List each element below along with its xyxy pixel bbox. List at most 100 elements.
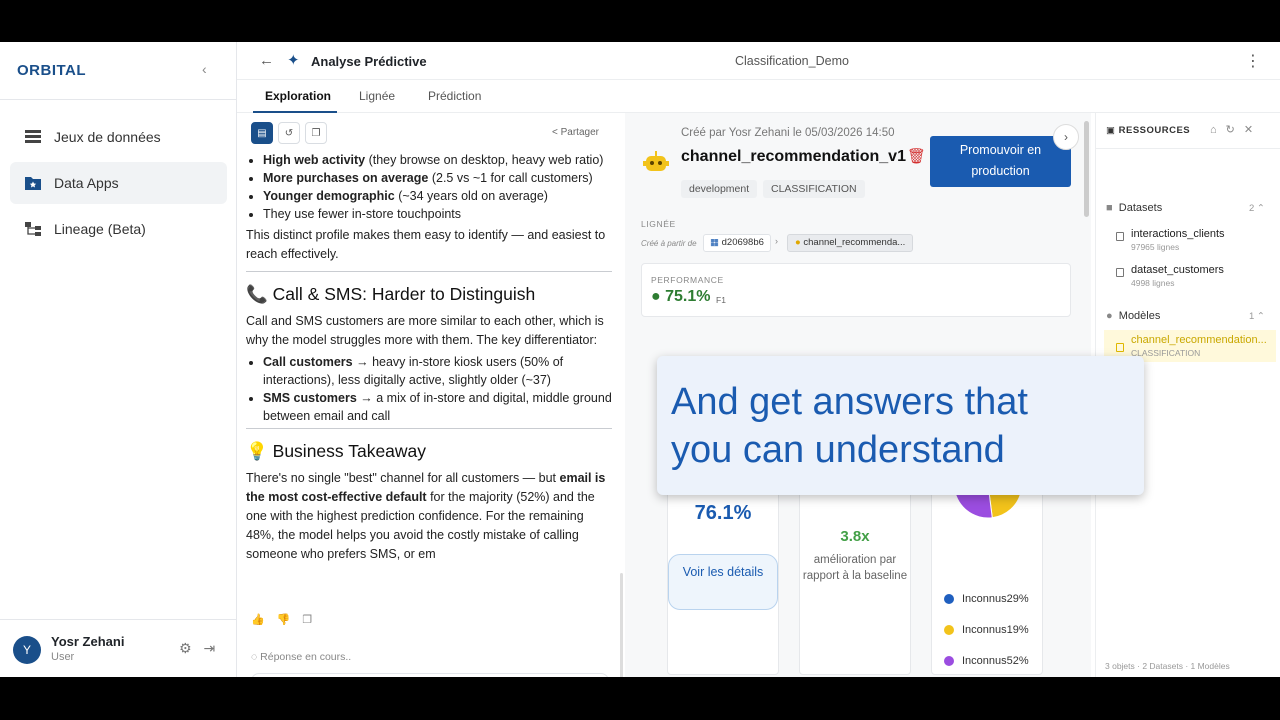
logout-icon[interactable]: ⇥ xyxy=(203,640,215,656)
top-bar: ← ✦ Analyse Prédictive Classification_De… xyxy=(237,42,1280,80)
resources-actions: ⌂↻✕ xyxy=(1210,123,1262,136)
bullet-list: Call customers → heavy in-store kiosk us… xyxy=(246,353,612,425)
lineage-icon xyxy=(24,221,42,237)
list-item: They use fewer in-store touchpoints xyxy=(263,205,612,223)
divider xyxy=(1096,148,1280,149)
resources-title: ▣ RESSOURCES xyxy=(1106,125,1191,136)
promote-button[interactable]: Promouvoir en production xyxy=(930,136,1071,187)
list-item: Call customers → heavy in-store kiosk us… xyxy=(263,353,612,389)
created-from-label: Créé à partir de xyxy=(641,239,697,248)
dataset-icon xyxy=(1116,268,1124,277)
chat-panel: ▤ ↺ ❐ < Partager High web activity (they… xyxy=(237,113,625,677)
paragraph: This distinct profile makes them easy to… xyxy=(246,228,606,261)
collapse-sidebar-icon[interactable]: ‹ xyxy=(202,61,207,77)
source-dataset-chip[interactable]: ▦ d20698b6 xyxy=(703,234,771,252)
caption-text: And get answers that you can understand xyxy=(671,378,1028,474)
lift-description: amélioration par rapport à la baseline xyxy=(802,554,908,582)
model-name: channel_recommendation_v1 xyxy=(681,148,906,165)
performance-metric: F1 xyxy=(716,295,726,305)
sparkle-icon: ✦ xyxy=(287,52,300,69)
arrow-right-icon: › xyxy=(775,236,778,246)
paragraph: There's no single "best" channel for all… xyxy=(246,471,606,561)
chat-toolbar: ▤ ↺ ❐ xyxy=(251,122,327,144)
list-item: More purchases on average (2.5 vs ~1 for… xyxy=(263,169,612,187)
history-icon[interactable]: ↺ xyxy=(278,122,300,144)
home-icon[interactable]: ⌂ xyxy=(1210,124,1226,136)
legend-item: Inconnus29% xyxy=(944,593,1029,605)
caption-overlay: And get answers that you can understand xyxy=(657,356,1144,495)
performance-card: PERFORMANCE ● 75.1% F1 xyxy=(641,263,1071,317)
table-icon xyxy=(24,129,42,145)
resources-icon: ▣ xyxy=(1106,125,1116,136)
list-item: High web activity (they browse on deskto… xyxy=(263,151,612,169)
project-name: Classification_Demo xyxy=(735,54,849,68)
thumbs-up-icon[interactable]: 👍 xyxy=(251,614,277,626)
refresh-icon[interactable]: ↻ xyxy=(1226,124,1244,136)
list-item: Younger demographic (~34 years old on av… xyxy=(263,187,612,205)
caption-line: And get answers that xyxy=(671,381,1028,423)
trash-icon[interactable]: 🗑 xyxy=(907,147,926,165)
user-actions: ⚙ ⇥ xyxy=(179,640,215,657)
performance-value: ● 75.1% xyxy=(651,288,711,305)
resources-footer: 3 objets · 2 Datasets · 1 Modèles xyxy=(1105,661,1230,671)
user-role: User xyxy=(51,651,75,663)
legend-item: Inconnus19% xyxy=(944,624,1029,636)
thumbs-down-icon[interactable]: 👎 xyxy=(277,614,303,626)
share-button[interactable]: < Partager xyxy=(552,127,599,138)
tab-bar: Exploration Lignée Prédiction xyxy=(237,80,1280,113)
copy-pages-icon[interactable]: ❐ xyxy=(305,122,327,144)
paragraph: Call and SMS customers are more similar … xyxy=(246,314,604,347)
divider xyxy=(246,428,612,429)
close-icon[interactable]: ✕ xyxy=(1244,124,1262,136)
share-icon: < xyxy=(552,127,558,138)
dataset-icon xyxy=(1116,232,1124,241)
document-icon[interactable]: ▤ xyxy=(251,122,273,144)
chat-scrollbar[interactable] xyxy=(620,573,623,677)
type-chip: CLASSIFICATION xyxy=(763,180,865,198)
robot-icon xyxy=(1116,343,1124,352)
chat-input-box xyxy=(251,673,609,677)
legend-swatch xyxy=(944,625,954,635)
list-item: SMS customers → a mix of in-store and di… xyxy=(263,389,612,425)
datasets-group[interactable]: ■ Datasets xyxy=(1106,202,1162,214)
accuracy-value: 76.1% xyxy=(694,502,752,524)
dataset-item[interactable]: interactions_clients 97965 lignes xyxy=(1116,228,1225,252)
dataset-item[interactable]: dataset_customers 4998 lignes xyxy=(1116,264,1224,288)
env-chip: development xyxy=(681,180,758,198)
panel-scrollbar[interactable] xyxy=(1084,121,1089,217)
folder-icon: ■ xyxy=(1106,202,1113,214)
tab-exploration[interactable]: Exploration xyxy=(265,89,331,103)
robot-icon: ● xyxy=(1106,310,1113,322)
tab-lignee[interactable]: Lignée xyxy=(359,89,395,103)
app-frame: ORBITAL ‹ Jeux de données Data Apps Line xyxy=(0,42,1280,677)
copy-icon[interactable]: ❐ xyxy=(302,614,324,626)
gear-icon[interactable]: ⚙ xyxy=(179,640,192,656)
sidebar-item-label: Jeux de données xyxy=(54,129,161,145)
pending-status: ◌ Réponse en cours.. xyxy=(251,651,352,663)
model-chip[interactable]: ● channel_recommenda... xyxy=(787,234,914,252)
section-heading: 📞 Call & SMS: Harder to Distinguish xyxy=(246,284,536,304)
legend-swatch xyxy=(944,594,954,604)
performance-label: PERFORMANCE xyxy=(651,275,724,285)
models-group[interactable]: ● Modèles xyxy=(1106,310,1160,322)
sidebar-item-lineage[interactable]: Lineage (Beta) xyxy=(10,208,227,250)
chevron-right-icon[interactable]: › xyxy=(1053,124,1079,150)
tab-prediction[interactable]: Prédiction xyxy=(428,89,481,103)
sidebar-item-datasets[interactable]: Jeux de données xyxy=(10,116,227,158)
back-arrow-icon[interactable]: ← xyxy=(259,52,274,69)
view-details-button[interactable]: Voir les détails xyxy=(668,554,778,610)
lineage-label: LIGNÉE xyxy=(641,219,676,229)
page-title: Analyse Prédictive xyxy=(311,54,427,69)
sidebar-nav: Jeux de données Data Apps Lineage (Beta) xyxy=(10,116,227,254)
robot-icon xyxy=(643,150,669,174)
section-heading: 💡 Business Takeaway xyxy=(246,441,427,461)
avatar[interactable]: Y xyxy=(13,636,41,664)
models-count: 1 ⌃ xyxy=(1249,311,1265,322)
sidebar-item-data-apps[interactable]: Data Apps xyxy=(10,162,227,204)
chat-message: High web activity (they browse on deskto… xyxy=(246,151,612,601)
sidebar-item-label: Data Apps xyxy=(54,175,119,191)
more-options-icon[interactable]: ⋮ xyxy=(1245,51,1261,71)
datasets-count: 2 ⌃ xyxy=(1249,203,1265,214)
user-name: Yosr Zehani xyxy=(51,634,125,649)
folder-star-icon xyxy=(24,175,42,191)
